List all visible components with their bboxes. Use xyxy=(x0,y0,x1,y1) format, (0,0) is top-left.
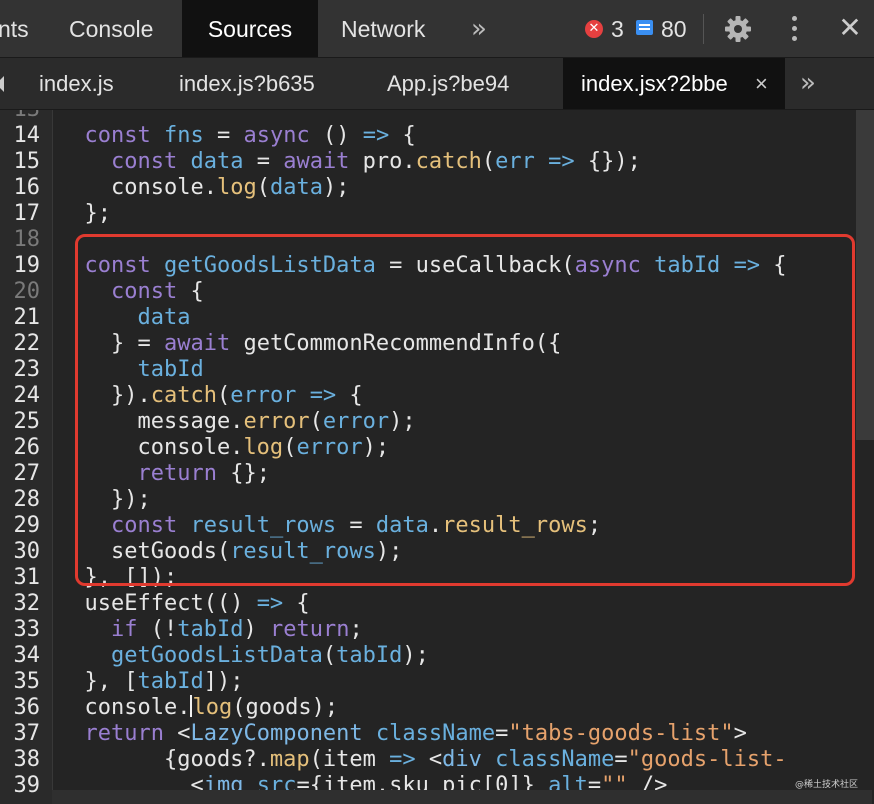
tab-network[interactable]: Network xyxy=(341,0,425,57)
line-number[interactable]: 21 xyxy=(0,305,41,331)
line-number[interactable]: 30 xyxy=(0,539,41,565)
file-tab-label: App.js?be94 xyxy=(387,71,510,96)
file-tab-app-js[interactable]: App.js?be94 xyxy=(387,58,509,109)
line-number[interactable]: 23 xyxy=(0,357,41,383)
line-number[interactable]: 35 xyxy=(0,669,41,695)
horizontal-scrollbar[interactable] xyxy=(52,790,872,804)
line-number[interactable]: 39 xyxy=(0,773,41,799)
line-number[interactable]: 29 xyxy=(0,513,41,539)
code-line: if (!tabId) return; xyxy=(110,617,363,642)
line-number[interactable]: 27 xyxy=(0,461,41,487)
file-tab-label: index.jsx?2bbe xyxy=(581,71,728,96)
line-number[interactable]: 31 xyxy=(0,565,41,591)
message-count[interactable]: 80 xyxy=(661,0,687,57)
tab-sources[interactable]: Sources xyxy=(182,0,318,57)
tab-label: Sources xyxy=(207,16,293,42)
code-line: {goods?.map(item => <div className="good… xyxy=(58,747,787,772)
line-number[interactable]: 38 xyxy=(0,747,41,773)
line-number[interactable]: 32 xyxy=(0,591,41,617)
line-number[interactable]: 24 xyxy=(0,383,41,409)
code-line: console.log(data); xyxy=(58,175,350,200)
line-number[interactable]: 14 xyxy=(0,123,41,149)
navigator-toggle-icon[interactable] xyxy=(0,74,8,94)
line-number[interactable]: 13 xyxy=(0,110,41,123)
more-options-icon[interactable] xyxy=(790,16,798,42)
close-devtools-icon[interactable]: ✕ xyxy=(836,14,864,42)
line-number[interactable]: 22 xyxy=(0,331,41,357)
line-number[interactable]: 19 xyxy=(0,253,41,279)
close-tab-icon[interactable]: × xyxy=(755,58,768,110)
code-line: console.log(goods); xyxy=(58,695,339,720)
code-line: useEffect(() => { xyxy=(58,591,310,616)
line-number[interactable]: 33 xyxy=(0,617,41,643)
line-number[interactable]: 36 xyxy=(0,695,41,721)
line-number[interactable]: 25 xyxy=(0,409,41,435)
line-number[interactable]: 17 xyxy=(0,201,41,227)
code-line: const data = await pro.catch(err => {}); xyxy=(110,149,641,174)
message-icon[interactable] xyxy=(636,20,653,35)
tab-label: nts xyxy=(0,16,29,42)
file-tab-index-js[interactable]: index.js xyxy=(39,58,114,109)
devtools-panel-bar: nts Console Sources Network » ✕ 3 80 ✕ xyxy=(0,0,874,58)
code-line: }; xyxy=(58,201,111,226)
line-number[interactable]: 20 xyxy=(0,279,41,305)
tab-label: Network xyxy=(341,16,426,42)
line-number[interactable]: 15 xyxy=(0,149,41,175)
line-number[interactable]: 28 xyxy=(0,487,41,513)
file-tab-label: index.js?b635 xyxy=(179,71,315,96)
gear-icon[interactable] xyxy=(724,15,752,43)
line-number[interactable]: 26 xyxy=(0,435,41,461)
error-count[interactable]: 3 xyxy=(611,0,624,57)
code-line: getGoodsListData(tabId); xyxy=(110,643,429,668)
line-number[interactable]: 18 xyxy=(0,227,41,253)
tab-console[interactable]: Console xyxy=(69,0,153,57)
file-tab-bar: index.js index.js?b635 App.js?be94 index… xyxy=(0,58,874,110)
more-tabs-chevron-icon[interactable]: » xyxy=(471,14,487,44)
watermark: @稀土技术社区 xyxy=(794,780,858,790)
code-line: }, [tabId]); xyxy=(58,669,244,694)
file-tab-index-jsx[interactable]: index.jsx?2bbe × xyxy=(563,58,785,109)
vertical-scrollbar[interactable] xyxy=(856,110,874,440)
tab-elements[interactable]: nts xyxy=(0,0,38,57)
code-line: const fns = async () => { xyxy=(84,123,416,148)
toolbar-divider xyxy=(703,14,704,44)
tab-label: Console xyxy=(69,16,154,42)
code-line: return <LazyComponent className="tabs-go… xyxy=(84,721,747,746)
code-editor[interactable]: 13 14 15 16 17 18 19 20 21 22 23 24 25 2… xyxy=(0,110,874,804)
more-files-chevron-icon[interactable]: » xyxy=(800,68,816,98)
file-tab-index-js-b635[interactable]: index.js?b635 xyxy=(179,58,315,109)
line-number[interactable]: 37 xyxy=(0,721,41,747)
error-icon[interactable]: ✕ xyxy=(585,20,603,38)
line-number[interactable]: 34 xyxy=(0,643,41,669)
line-number[interactable]: 16 xyxy=(0,175,41,201)
file-tab-label: index.js xyxy=(39,71,114,96)
highlight-annotation-box xyxy=(75,234,855,586)
